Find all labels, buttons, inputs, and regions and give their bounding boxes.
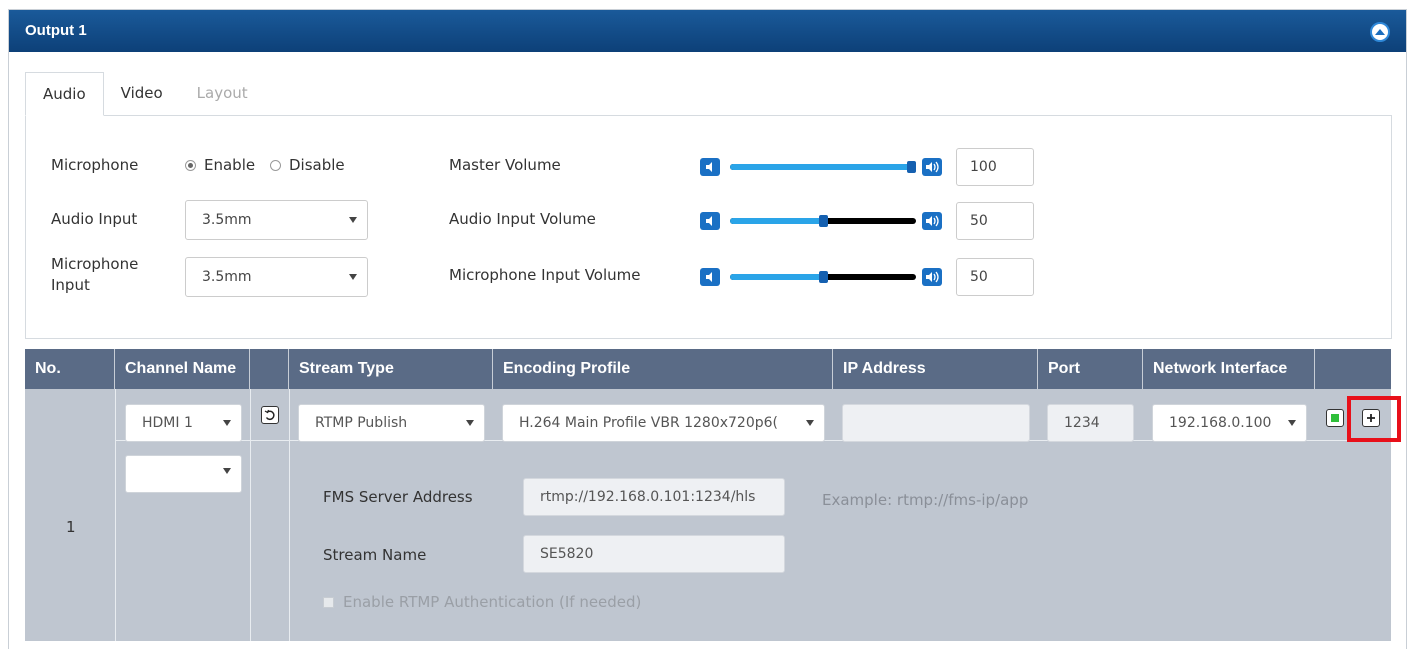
master-volume-input[interactable]: 100 xyxy=(956,148,1034,186)
microphone-input-value: 3.5mm xyxy=(202,269,252,285)
chevron-down-icon xyxy=(1288,420,1296,426)
audio-input-select[interactable]: 3.5mm xyxy=(185,200,368,240)
microphone-input-label-line1: Microphone xyxy=(51,255,139,273)
audio-input-volume-label: Audio Input Volume xyxy=(449,210,596,228)
volume-up-icon[interactable] xyxy=(922,268,942,286)
column-divider xyxy=(115,389,116,641)
checkbox-icon xyxy=(323,596,334,608)
slider-track[interactable] xyxy=(730,161,916,173)
ip-address-input[interactable] xyxy=(842,404,1030,442)
chevron-down-icon xyxy=(223,420,231,426)
volume-down-icon[interactable] xyxy=(700,268,720,286)
network-interface-value: 192.168.0.100 xyxy=(1169,415,1272,431)
swap-icon[interactable] xyxy=(261,406,279,424)
network-interface-select[interactable]: 192.168.0.100 xyxy=(1152,404,1307,442)
encoding-profile-select[interactable]: H.264 Main Profile VBR 1280x720p6( xyxy=(502,404,825,442)
radio-checked-icon xyxy=(185,159,196,171)
slider-handle[interactable] xyxy=(819,271,828,283)
radio-unchecked-icon xyxy=(270,159,281,171)
column-divider xyxy=(289,389,290,641)
header-port: Port xyxy=(1038,349,1143,389)
audio-input-value: 3.5mm xyxy=(202,212,252,228)
stream-table: No. Channel Name Stream Type Encoding Pr… xyxy=(25,349,1401,641)
stream-type-select[interactable]: RTMP Publish xyxy=(298,404,485,442)
header-channel-name: Channel Name xyxy=(115,349,250,389)
chevron-down-icon xyxy=(806,420,814,426)
slider-fill xyxy=(730,274,823,280)
volume-down-icon[interactable] xyxy=(700,212,720,230)
audio-tab-content: Microphone Enable Disable Audio Input 3.… xyxy=(25,115,1392,339)
volume-up-icon[interactable] xyxy=(922,158,942,176)
stop-icon[interactable] xyxy=(1326,409,1344,427)
microphone-input-label-line2: Input xyxy=(51,276,90,294)
stream-type-value: RTMP Publish xyxy=(315,415,408,431)
fms-server-address-input[interactable]: rtmp://192.168.0.101:1234/hls xyxy=(523,478,785,516)
header-ip-address: IP Address xyxy=(833,349,1038,389)
microphone-input-label: Microphone Input xyxy=(51,254,138,296)
header-encoding-profile: Encoding Profile xyxy=(493,349,833,389)
tab-bar: Audio Video Layout xyxy=(25,72,265,116)
microphone-disable-radio[interactable]: Disable xyxy=(270,156,345,174)
stream-name-label: Stream Name xyxy=(323,546,427,564)
chevron-down-icon xyxy=(349,217,357,223)
output-panel: Output 1 Audio Video Layout Microphone E… xyxy=(8,9,1407,649)
volume-up-icon[interactable] xyxy=(922,212,942,230)
audio-input-volume-input[interactable]: 50 xyxy=(956,202,1034,240)
encoding-profile-value: H.264 Main Profile VBR 1280x720p6( xyxy=(519,415,779,431)
slider-track[interactable] xyxy=(730,215,916,227)
chevron-down-icon xyxy=(349,274,357,280)
chevron-down-icon xyxy=(466,420,474,426)
microphone-label: Microphone xyxy=(51,156,139,174)
slider-fill xyxy=(730,218,823,224)
column-divider xyxy=(250,389,251,641)
master-volume-slider[interactable] xyxy=(700,156,946,178)
rtmp-auth-label: Enable RTMP Authentication (If needed) xyxy=(343,593,642,611)
volume-down-icon[interactable] xyxy=(700,158,720,176)
enable-label: Enable xyxy=(204,156,256,174)
table-header: No. Channel Name Stream Type Encoding Pr… xyxy=(25,349,1391,389)
disable-label: Disable xyxy=(289,156,345,174)
header-actions xyxy=(1315,349,1391,389)
stop-square-icon xyxy=(1331,414,1339,422)
audio-input-volume-slider[interactable] xyxy=(700,210,946,232)
port-input[interactable]: 1234 xyxy=(1047,404,1134,442)
slider-handle[interactable] xyxy=(819,215,828,227)
header-network-interface: Network Interface xyxy=(1143,349,1315,389)
tab-audio[interactable]: Audio xyxy=(25,72,104,116)
channel-name-select[interactable]: HDMI 1 xyxy=(125,404,242,442)
header-blank xyxy=(250,349,289,389)
tab-layout: Layout xyxy=(196,84,248,102)
panel-titlebar: Output 1 xyxy=(9,10,1406,52)
audio-input-label: Audio Input xyxy=(51,210,138,228)
collapse-up-icon[interactable] xyxy=(1370,22,1390,42)
header-stream-type: Stream Type xyxy=(289,349,493,389)
microphone-enable-radio[interactable]: Enable xyxy=(185,156,255,174)
microphone-input-select[interactable]: 3.5mm xyxy=(185,257,368,297)
chevron-down-icon xyxy=(223,468,231,474)
secondary-channel-select[interactable] xyxy=(125,455,242,493)
fms-server-address-hint: Example: rtmp://fms-ip/app xyxy=(822,491,1029,509)
microphone-input-volume-label: Microphone Input Volume xyxy=(449,266,641,284)
highlight-box xyxy=(1347,396,1401,442)
tab-video[interactable]: Video xyxy=(104,72,180,116)
microphone-input-volume-slider[interactable] xyxy=(700,266,946,288)
header-no: No. xyxy=(25,349,115,389)
fms-server-address-label: FMS Server Address xyxy=(323,488,473,506)
master-volume-label: Master Volume xyxy=(449,156,561,174)
channel-name-value: HDMI 1 xyxy=(142,415,193,431)
slider-handle[interactable] xyxy=(907,161,916,173)
row-number: 1 xyxy=(66,518,76,536)
microphone-input-volume-input[interactable]: 50 xyxy=(956,258,1034,296)
panel-title: Output 1 xyxy=(25,22,87,39)
stream-name-input[interactable]: SE5820 xyxy=(523,535,785,573)
rtmp-auth-checkbox[interactable]: Enable RTMP Authentication (If needed) xyxy=(323,593,641,611)
slider-track[interactable] xyxy=(730,271,916,283)
slider-fill xyxy=(730,164,916,170)
